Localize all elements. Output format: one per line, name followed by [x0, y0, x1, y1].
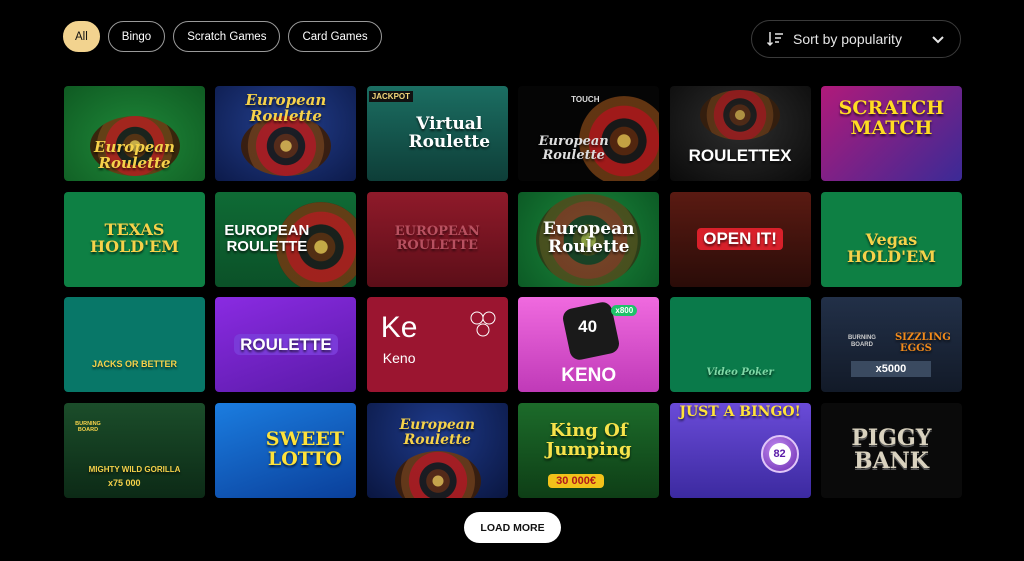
- game-title: European Roulette: [542, 219, 635, 257]
- game-tile[interactable]: EUROPEAN ROULETTE: [215, 191, 357, 287]
- roulette-wheel-icon: [241, 116, 332, 176]
- game-title: Virtual Roulette: [408, 113, 491, 152]
- game-tile[interactable]: Ke Keno: [366, 297, 508, 392]
- games-grid: European Roulette European Roulette JACK…: [64, 86, 962, 498]
- game-title: European Roulette: [399, 417, 476, 448]
- game-tile[interactable]: JUST A BINGO! 82: [669, 402, 811, 498]
- roulette-wheel-icon: [394, 450, 481, 498]
- filter-all[interactable]: All: [63, 21, 100, 52]
- multiplier-badge: x800: [611, 305, 638, 316]
- load-more-button[interactable]: LOAD MORE: [464, 512, 561, 543]
- multiplier-label: x75 000: [108, 477, 141, 488]
- game-tile[interactable]: BURNING BOARD SIZZLING EGGS x5000: [820, 297, 962, 392]
- category-filters: All Bingo Scratch Games Card Games: [63, 21, 382, 52]
- sort-dropdown[interactable]: Sort by popularity: [751, 20, 961, 58]
- sort-icon: [766, 32, 783, 47]
- chevron-down-icon: [932, 36, 944, 44]
- filter-scratch-games[interactable]: Scratch Games: [173, 21, 281, 52]
- game-tile[interactable]: ROULETTE: [215, 297, 357, 392]
- game-tile[interactable]: European Roulette: [64, 86, 205, 181]
- game-title: Keno: [382, 350, 416, 366]
- brand-label: BURNING BOARD: [847, 335, 876, 348]
- game-title: ROULETTEX: [688, 145, 792, 165]
- game-tile[interactable]: European Roulette: [366, 402, 508, 498]
- multiplier-label: x5000: [850, 361, 931, 377]
- game-tile[interactable]: BURNING BOARD MIGHTY WILD GORILLA x75 00…: [64, 402, 205, 498]
- touch-badge: TOUCH: [571, 95, 600, 104]
- game-title: King Of Jumping: [545, 420, 632, 460]
- game-tile[interactable]: EUROPEAN ROULETTE: [366, 191, 508, 287]
- game-tile[interactable]: SWEET LOTTO: [215, 402, 357, 498]
- sort-label: Sort by popularity: [793, 31, 902, 47]
- bingo-ball-number: 82: [768, 442, 791, 465]
- game-tile[interactable]: OPEN IT!: [669, 191, 811, 287]
- game-title: ROULETTE: [234, 333, 338, 356]
- roulette-wheel-icon: [699, 90, 780, 140]
- game-tile[interactable]: TOUCH European Roulette: [518, 86, 660, 181]
- game-tile[interactable]: European Roulette: [215, 86, 357, 181]
- game-tile[interactable]: ROULETTEX: [669, 86, 811, 181]
- game-tile[interactable]: 40 x800 KENO: [518, 297, 660, 392]
- game-title: SCRATCH MATCH: [838, 96, 945, 139]
- jackpot-badge: JACKPOT: [368, 91, 414, 102]
- game-tile[interactable]: TEXAS HOLD'EM: [64, 191, 205, 287]
- game-title: European Roulette: [245, 90, 327, 125]
- game-title: JACKS OR BETTER: [91, 358, 177, 369]
- game-title: European Roulette: [94, 137, 175, 172]
- game-title: KENO: [561, 364, 617, 386]
- lottery-balls-icon: [470, 311, 496, 337]
- bingo-ball-icon: 82: [760, 434, 799, 473]
- filter-bingo[interactable]: Bingo: [107, 21, 166, 52]
- game-title: Video Poker: [706, 367, 774, 379]
- game-tile[interactable]: JACKPOT Virtual Roulette: [366, 86, 508, 181]
- keno-symbol: Ke: [380, 311, 418, 344]
- filter-card-games[interactable]: Card Games: [288, 21, 382, 52]
- game-tile[interactable]: JACKS OR BETTER: [64, 297, 205, 392]
- game-title: TEXAS HOLD'EM: [90, 220, 179, 256]
- game-title: SWEET LOTTO: [265, 428, 344, 470]
- game-title: Vegas HOLD'EM: [846, 230, 936, 266]
- game-tile[interactable]: European Roulette: [518, 191, 660, 287]
- game-title: EUROPEAN ROULETTE: [224, 222, 310, 255]
- games-page: All Bingo Scratch Games Card Games Sort …: [0, 0, 1024, 561]
- game-tile[interactable]: King Of Jumping 30 000€: [518, 402, 660, 498]
- game-title: JUST A BINGO!: [679, 403, 801, 420]
- game-title: EUROPEAN ROULETTE: [394, 224, 480, 253]
- game-tile[interactable]: SCRATCH MATCH: [820, 86, 962, 181]
- game-title: SIZZLING EGGS: [894, 332, 951, 354]
- game-title: OPEN IT!: [697, 228, 783, 250]
- game-tile[interactable]: Video Poker: [669, 297, 811, 392]
- keno-ball-number: 40: [578, 317, 598, 336]
- game-title: European Roulette: [538, 133, 609, 163]
- game-tile[interactable]: Vegas HOLD'EM: [820, 191, 962, 287]
- game-title: PIGGY BANK: [851, 424, 932, 474]
- prize-label: 30 000€: [548, 473, 604, 488]
- game-title: MIGHTY WILD GORILLA: [88, 464, 181, 474]
- game-tile[interactable]: PIGGY BANK: [820, 402, 962, 498]
- brand-label: BURNING BOARD: [75, 420, 101, 433]
